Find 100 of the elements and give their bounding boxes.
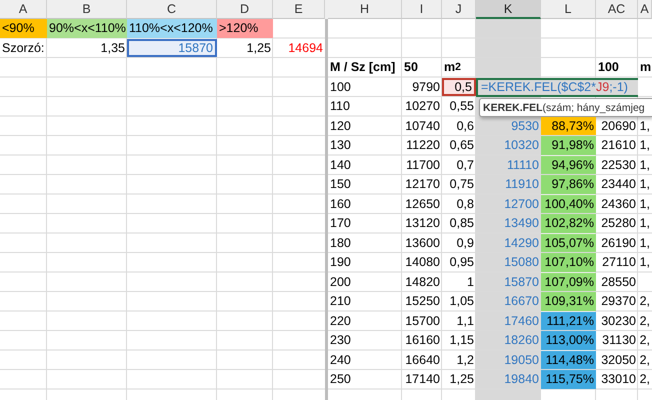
table-cell-text: 0,6 — [456, 118, 475, 135]
table-cell: 88,73% — [541, 116, 596, 135]
table-cell-text: 250 — [329, 371, 352, 388]
table-cell-text: 0,8 — [456, 196, 475, 213]
legend-cell: >120% — [217, 19, 273, 38]
column-header[interactable]: A — [638, 0, 652, 19]
table-cell-text: 10270 — [404, 98, 441, 116]
column-header[interactable]: H — [328, 0, 402, 19]
table-cell-text: 14694 — [287, 40, 324, 57]
function-tooltip: KEREK.FEL(szám; hány_számjeg — [479, 98, 652, 117]
table-cell-text: 210 — [329, 293, 352, 310]
table-cell: 102,82% — [541, 214, 596, 232]
table-cell-text: 2, — [638, 332, 651, 350]
table-cell-text: 20690 — [600, 118, 637, 135]
table-cell-text: 2, — [638, 371, 651, 388]
column-header[interactable]: E — [273, 0, 325, 19]
table-cell-text: 24360 — [600, 196, 637, 213]
table-cell-text: 21610 — [600, 137, 637, 154]
table-cell-text: 11110 — [506, 156, 540, 174]
table-cell-text: 0,95 — [448, 254, 475, 272]
table-cell-text: m — [639, 59, 652, 76]
legend-cell: 90%<x<110% — [47, 19, 127, 38]
table-cell-text: 9790 — [411, 78, 441, 96]
table-cell-text: 1,05 — [448, 293, 475, 310]
table-cell-text: 2, — [638, 293, 651, 310]
table-cell-text: 25280 — [600, 215, 637, 232]
legend-cell: 110%<x<120% — [127, 19, 217, 38]
table-cell-text: 2, — [638, 312, 651, 330]
table-cell-text: 1,25 — [246, 40, 272, 57]
table-cell-text: 15700 — [404, 312, 441, 330]
table-cell-text: 180 — [329, 234, 352, 252]
column-header[interactable]: AC — [596, 0, 638, 19]
table-cell: 113,00% — [541, 331, 596, 350]
table-cell-text: 13120 — [404, 215, 441, 232]
table-cell-text: 1, — [638, 234, 651, 252]
table-cell-text: 50 — [403, 59, 419, 76]
table-cell-text: 1, — [638, 215, 651, 232]
table-cell-text: 220 — [329, 312, 352, 330]
table-cell: 114,48% — [541, 350, 596, 369]
table-cell-text: 27110 — [601, 254, 637, 272]
column-header[interactable]: K — [476, 0, 541, 19]
column-header[interactable]: L — [541, 0, 596, 19]
table-cell-text: 22530 — [600, 156, 637, 174]
table-cell-text: 1, — [638, 196, 651, 213]
table-cell-text: 200 — [329, 274, 352, 291]
table-cell-text: 10740 — [404, 118, 441, 135]
table-cell-text: 16640 — [404, 352, 441, 369]
table-cell-text: 12170 — [404, 176, 441, 194]
table-cell-text: 140 — [329, 156, 352, 174]
table-cell-text: 0,85 — [448, 215, 475, 232]
table-cell-text: M / Sz [cm] — [329, 59, 396, 76]
table-cell-text: 14080 — [404, 254, 441, 272]
table-cell: 94,96% — [541, 156, 596, 174]
table-cell: 111,21% — [541, 312, 596, 330]
table-cell-text: 23440 — [600, 176, 637, 194]
table-cell-text: 11910 — [504, 176, 540, 194]
table-cell-text: 0,65 — [448, 137, 475, 154]
table-cell-text: 15870 — [503, 274, 540, 291]
table-cell: 109,31% — [541, 292, 596, 310]
table-cell-text: 19050 — [503, 352, 540, 369]
table-cell-text: 17460 — [503, 312, 540, 330]
table-cell-text: 12650 — [404, 196, 441, 213]
table-cell-text: 1 — [466, 274, 475, 291]
table-cell-text: 1, — [638, 176, 651, 194]
table-cell-text: 0,9 — [456, 234, 475, 252]
table-cell-text: 28550 — [600, 274, 637, 291]
table-cell-text: 130 — [329, 137, 352, 154]
table-cell-text: 32050 — [600, 352, 637, 369]
table-cell-text: 33010 — [600, 371, 637, 388]
table-cell-text: 1, — [638, 118, 651, 135]
table-cell: 115,75% — [541, 370, 596, 388]
table-cell-text: 0,55 — [448, 98, 475, 116]
legend-cell: <90% — [0, 19, 47, 38]
table-cell-text: 19840 — [503, 371, 540, 388]
table-cell-text: 29370 — [600, 293, 637, 310]
table-cell-text: 18260 — [503, 332, 540, 350]
table-cell-text: 30230 — [600, 312, 637, 330]
table-cell-text: 2, — [638, 352, 651, 369]
table-cell-text: 1,35 — [100, 40, 126, 57]
table-cell-text: 14290 — [503, 234, 540, 252]
table-cell-text: 31130 — [601, 332, 637, 350]
table-cell-text: 1,15 — [448, 332, 475, 350]
table-cell-text: 13600 — [404, 234, 441, 252]
table-cell-text: 9530 — [510, 118, 540, 135]
table-cell-text: 16670 — [503, 293, 540, 310]
table-cell: 0,5 — [442, 78, 476, 96]
table-cell-text: 1,25 — [448, 371, 475, 388]
table-cell-text: 100 — [597, 59, 620, 76]
table-cell-text: 1, — [638, 156, 651, 174]
table-cell: 107,10% — [541, 253, 596, 272]
table-cell-text: 0,75 — [448, 176, 475, 194]
row-label: Szorzó: — [1, 40, 46, 57]
table-cell-text: 10320 — [503, 137, 540, 154]
table-cell-text: 230 — [329, 332, 352, 350]
table-cell-text: 240 — [329, 352, 352, 369]
table-cell-text: 14820 — [404, 274, 441, 291]
formula-input[interactable]: =KEREK.FEL($C$2*J9;-1) — [476, 78, 638, 97]
column-header[interactable]: I — [402, 0, 442, 19]
table-cell-text: 1, — [638, 137, 651, 154]
table-cell-text: 160 — [329, 196, 352, 213]
